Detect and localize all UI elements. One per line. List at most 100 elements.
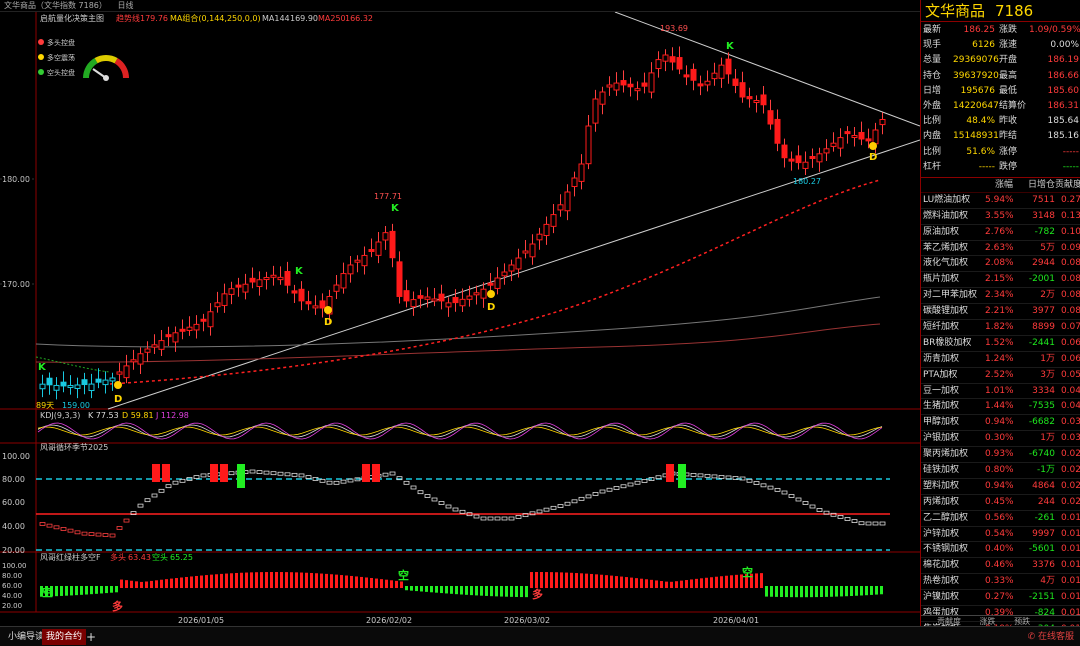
quote-label: 涨跌 — [999, 25, 1018, 35]
list-item[interactable]: 乙二醇加权 0.56% -261 0.01 — [921, 511, 1080, 527]
wave-bar — [375, 578, 378, 588]
list-item[interactable]: 碳酸锂加权 2.21% 3977 0.08 — [921, 304, 1080, 320]
kdj-name: KDJ(9,3,3) — [40, 411, 80, 420]
list-cell-oi: 7511 — [1032, 194, 1055, 205]
wave-bar — [840, 586, 843, 597]
tab-my-contracts[interactable]: 我的合约 — [42, 629, 87, 645]
list-cell-con: 0.08 — [1060, 274, 1080, 285]
candle-body — [452, 297, 459, 304]
candle-body — [137, 353, 144, 365]
wave-bar — [535, 572, 538, 588]
list-item[interactable]: 瓶片加权 2.15% -2001 0.08 — [921, 272, 1080, 289]
candle-body — [536, 233, 543, 241]
list-header-oi[interactable]: 日增仓 — [1013, 178, 1055, 192]
wave-bar — [710, 577, 713, 588]
wave-bar — [555, 572, 558, 588]
list-item[interactable]: 原油加权 2.76% -782 0.10 — [921, 225, 1080, 241]
list-item[interactable]: 对二甲苯加权 2.34% 2万 0.08 — [921, 288, 1080, 305]
cycle-signal-bar — [152, 464, 160, 482]
list-header-contrib[interactable]: 贡献度 — [1055, 178, 1080, 192]
wave-bar — [470, 586, 473, 596]
add-tab-button[interactable]: + — [82, 629, 100, 645]
candle-body — [837, 137, 844, 149]
candle-body — [557, 204, 564, 211]
list-header-change[interactable]: 涨幅 — [985, 178, 1013, 192]
candle-body — [830, 142, 837, 147]
list-item[interactable]: 燃料油加权 3.55% 3148 0.13 — [921, 209, 1080, 225]
wave-bar — [780, 586, 783, 597]
quote-value: 51.6% — [966, 146, 995, 157]
list-item[interactable]: 塑料加权 0.94% 4864 0.02 — [921, 479, 1080, 495]
list-item[interactable]: 沪镍加权 0.27% -2151 0.01 — [921, 590, 1080, 607]
wave-bar — [105, 586, 108, 594]
d-marker: D — [114, 394, 122, 405]
wave-bar — [785, 586, 788, 598]
candle-body — [396, 261, 403, 297]
list-item[interactable]: 不锈钢加权 0.40% -5601 0.01 — [921, 542, 1080, 559]
app-title: 文华商品（文华指数 7186） — [4, 1, 107, 10]
wave-bar — [735, 574, 738, 588]
candle-body — [802, 161, 809, 169]
candle-body — [809, 156, 816, 160]
list-cell-name: 塑料加权 — [923, 480, 960, 491]
wave-bar — [450, 586, 453, 594]
wave-bar — [675, 581, 678, 588]
quote-label: 外盘 — [923, 100, 942, 111]
list-item[interactable]: 硅铁加权 0.80% -1万 0.02 — [921, 463, 1080, 479]
wave-bar — [165, 579, 168, 588]
indicator-name: 启航量化决策主图 — [40, 13, 104, 23]
list-item[interactable]: 棉花加权 0.46% 3376 0.01 — [921, 558, 1080, 575]
period-label[interactable]: 日线 — [117, 1, 133, 10]
wave-bar — [585, 573, 588, 588]
contribution-list: LU燃油加权 5.94% 7511 0.27 燃料油加权 3.55% 3148 0.13 原油加… — [921, 193, 1080, 646]
list-cell-name: 原油加权 — [923, 226, 960, 237]
list-item[interactable]: 生猪加权 1.44% -7535 0.04 — [921, 399, 1080, 416]
list-item[interactable]: 热卷加权 0.33% 4万 0.01 — [921, 574, 1080, 591]
list-item[interactable]: LU燃油加权 5.94% 7511 0.27 — [921, 193, 1080, 209]
list-cell-con: 0.03 — [1060, 433, 1080, 444]
chart-area[interactable]: 启航量化决策主图 趋势线 179.76 MA组合(0,144,250,0,0) … — [0, 12, 920, 626]
list-cell-name: 乙二醇加权 — [923, 512, 969, 523]
list-item[interactable]: 沪锌加权 0.54% 9997 0.01 — [921, 527, 1080, 543]
wave-bar — [300, 572, 303, 588]
quote-value: 186.31 — [1047, 100, 1080, 111]
wave-bar — [390, 580, 393, 588]
list-item[interactable]: 短纤加权 1.82% 8899 0.07 — [921, 320, 1080, 336]
ma250-label: MA250 — [318, 14, 346, 23]
wave-bar — [665, 581, 668, 588]
candle-body — [291, 290, 298, 294]
wave-bar — [80, 586, 83, 595]
wave-bar — [430, 586, 433, 593]
list-item[interactable]: 丙烯加权 0.45% 244 0.02 — [921, 495, 1080, 511]
wave-bar — [615, 576, 618, 588]
list-cell-con: 0.01 — [1060, 528, 1080, 539]
wave-bar — [310, 572, 313, 588]
list-cell-chg: 0.30% — [985, 433, 1013, 444]
quote-value: 1.09/0.59% — [1029, 25, 1080, 35]
wave-bar — [730, 575, 733, 588]
list-item[interactable]: 液化气加权 2.08% 2944 0.08 — [921, 256, 1080, 273]
candle-body — [473, 292, 480, 296]
wave-bar — [95, 586, 98, 594]
quote-label: 最高 — [999, 70, 1018, 81]
list-item[interactable]: BR橡胶加权 1.52% -2441 0.06 — [921, 336, 1080, 352]
wave-bar — [625, 577, 628, 588]
list-item[interactable]: PTA加权 2.52% 3万 0.05 — [921, 368, 1080, 384]
wave-bar — [365, 577, 368, 588]
candle-body — [249, 277, 256, 283]
list-item[interactable]: 甲醇加权 0.94% -6682 0.03 — [921, 415, 1080, 432]
gauge-item-neutral: 多空震荡 — [47, 53, 75, 62]
list-item[interactable]: 聚丙烯加权 0.93% -6740 0.02 — [921, 447, 1080, 464]
ma-group: MA组合(0,144,250,0,0) — [170, 13, 261, 23]
candle-body — [298, 288, 305, 302]
list-item[interactable]: 苯乙烯加权 2.63% 5万 0.09 — [921, 241, 1080, 257]
list-item[interactable]: 沪银加权 0.30% 1万 0.03 — [921, 431, 1080, 448]
list-item[interactable]: 沥青加权 1.24% 1万 0.06 — [921, 352, 1080, 368]
list-item[interactable]: 豆一加权 1.01% 3334 0.04 — [921, 384, 1080, 400]
online-service-link[interactable]: ✆ 在线客服 — [1028, 627, 1074, 646]
candle-body — [711, 72, 718, 80]
candle-body — [270, 274, 277, 278]
quote-value: 185.60 — [1047, 85, 1080, 96]
wave-bar — [690, 579, 693, 588]
cycle-level: 40.00 — [2, 522, 25, 531]
